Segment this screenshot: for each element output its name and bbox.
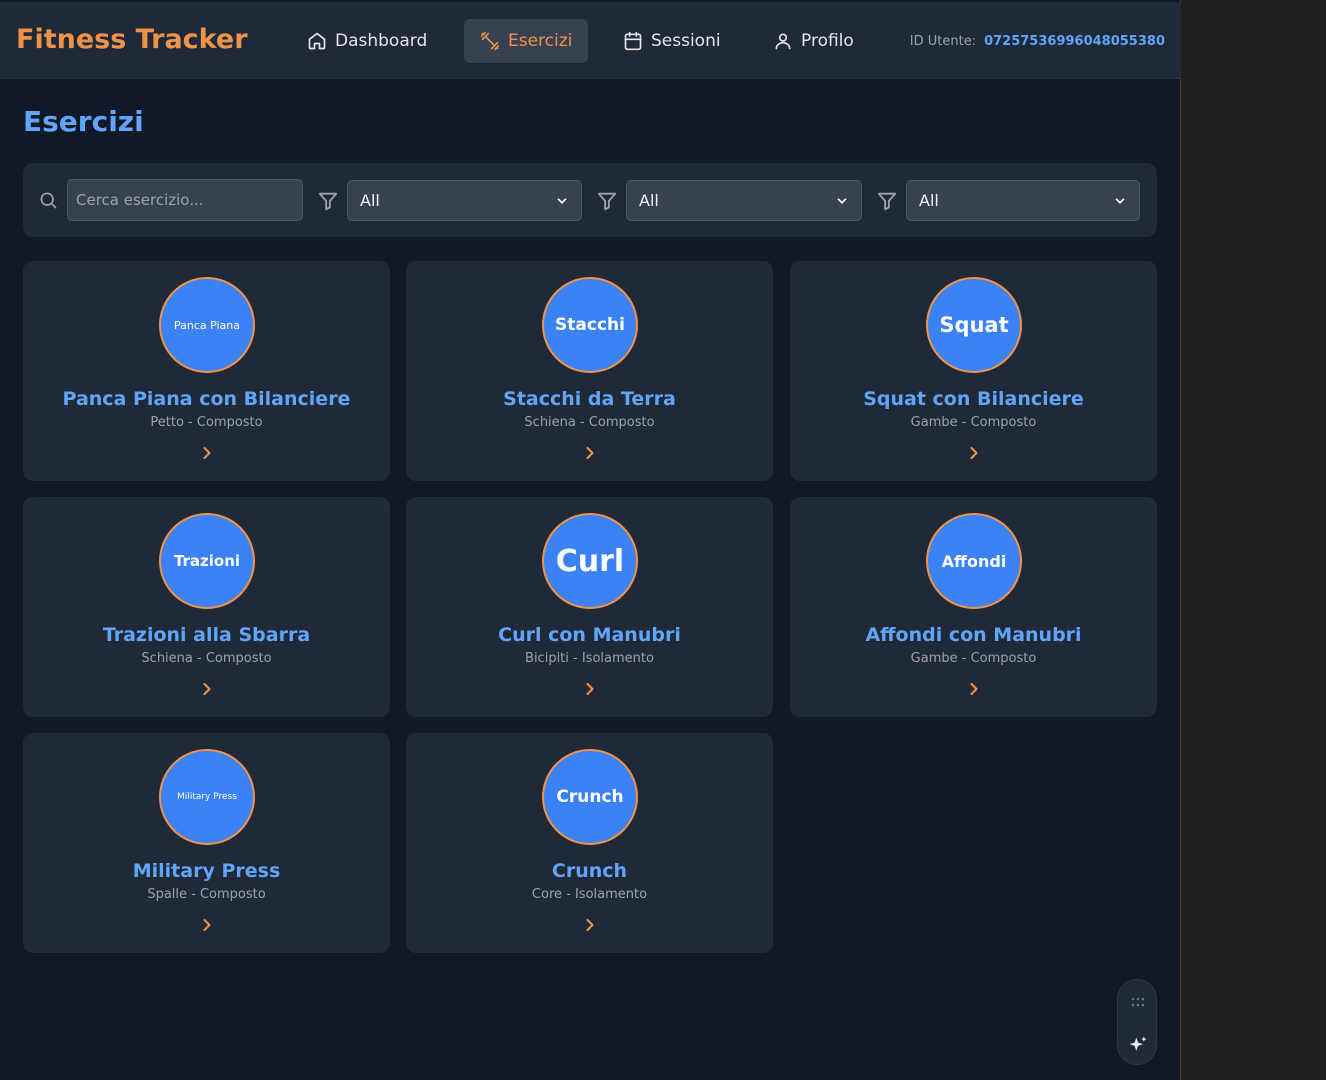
exercise-meta: Petto - Composto [150,415,263,430]
exercise-card[interactable]: Military Press Military Press Spalle - C… [23,733,390,953]
exercise-avatar: Stacchi [542,277,638,373]
home-icon [308,32,326,50]
user-id-display: ID Utente: 07257536996048055380 [910,34,1165,49]
exercise-name: Squat con Bilanciere [863,388,1084,410]
exercise-avatar: Affondi [926,513,1022,609]
nav-sessioni-label: Sessioni [651,31,721,51]
exercise-meta: Gambe - Composto [910,651,1037,666]
exercise-avatar: Panca Piana [159,277,255,373]
chevron-right-icon[interactable] [197,915,217,935]
exercise-avatar: Curl [542,513,638,609]
exercise-name: Trazioni alla Sbarra [102,624,311,646]
exercise-card[interactable]: Affondi Affondi con Manubri Gambe - Comp… [790,497,1157,717]
exercise-meta: Bicipiti - Isolamento [525,651,654,666]
nav-dashboard[interactable]: Dashboard [291,19,443,63]
chevron-right-icon[interactable] [580,679,600,699]
page-title: Esercizi [23,105,144,138]
search-input[interactable] [67,179,303,221]
exercise-card[interactable]: Trazioni Trazioni alla Sbarra Schiena - … [23,497,390,717]
filter-icon [877,192,897,211]
chevron-right-icon[interactable] [197,443,217,463]
exercise-name: Panca Piana con Bilanciere [62,388,351,410]
app-window: Fitness Tracker Dashboard Esercizi Sessi… [0,0,1181,1080]
exercise-avatar: Squat [926,277,1022,373]
user-id-label: ID Utente: [909,34,977,49]
search-icon [40,192,57,209]
exercise-card[interactable]: Panca Piana Panca Piana con Bilanciere P… [23,261,390,481]
filter-select-1[interactable]: All [347,180,582,221]
exercise-name: Stacchi da Terra [503,388,676,410]
nav-dashboard-label: Dashboard [335,31,428,51]
nav-profilo-label: Profilo [801,31,854,51]
exercise-meta: Spalle - Composto [147,887,266,902]
exercise-meta: Schiena - Composto [524,415,655,430]
drag-handle-icon[interactable] [1130,997,1146,1007]
exercise-card[interactable]: Squat Squat con Bilanciere Gambe - Compo… [790,261,1157,481]
exercise-card[interactable]: Curl Curl con Manubri Bicipiti - Isolame… [406,497,773,717]
chevron-right-icon[interactable] [964,679,984,699]
chevron-down-icon [837,197,847,204]
user-id-value: 07257536996048055380 [984,34,1165,49]
filter-select-1-value: All [360,191,380,210]
filter-icon [318,192,338,211]
exercise-card[interactable]: Crunch Crunch Core - Isolamento [406,733,773,953]
side-panel-empty [1182,0,1326,1080]
nav-profilo[interactable]: Profilo [757,19,870,63]
nav-esercizi-label: Esercizi [508,31,573,51]
calendar-icon [624,31,642,51]
exercise-name: Military Press [132,860,281,882]
exercise-meta: Schiena - Composto [141,651,272,666]
filter-select-3-value: All [919,191,939,210]
nav-esercizi[interactable]: Esercizi [464,19,589,63]
exercise-card[interactable]: Stacchi Stacchi da Terra Schiena - Compo… [406,261,773,481]
floating-assistant-widget[interactable] [1117,979,1157,1065]
chevron-down-icon [557,197,567,204]
filter-select-3[interactable]: All [906,180,1140,221]
chevron-right-icon[interactable] [580,443,600,463]
user-icon [775,33,791,50]
exercise-name: Affondi con Manubri [865,624,1082,646]
exercise-avatar: Military Press [159,749,255,845]
sparkle-icon[interactable] [1128,1035,1148,1055]
exercise-avatar: Trazioni [159,513,255,609]
filter-icon [597,192,617,211]
exercise-meta: Gambe - Composto [910,415,1037,430]
chevron-right-icon[interactable] [580,915,600,935]
exercise-name: Curl con Manubri [498,624,681,646]
exercise-avatar: Crunch [542,749,638,845]
top-navbar: Fitness Tracker Dashboard Esercizi Sessi… [0,2,1181,79]
nav-sessioni[interactable]: Sessioni [607,19,737,63]
filter-bar: All All All [23,163,1157,237]
filter-select-2[interactable]: All [626,180,862,221]
chevron-right-icon[interactable] [197,679,217,699]
dumbbell-icon [480,31,500,51]
exercise-meta: Core - Isolamento [531,887,648,902]
exercise-name: Crunch [551,860,628,882]
chevron-down-icon [1115,197,1125,204]
brand-logo[interactable]: Fitness Tracker [16,24,248,55]
chevron-right-icon[interactable] [964,443,984,463]
filter-select-2-value: All [639,191,659,210]
